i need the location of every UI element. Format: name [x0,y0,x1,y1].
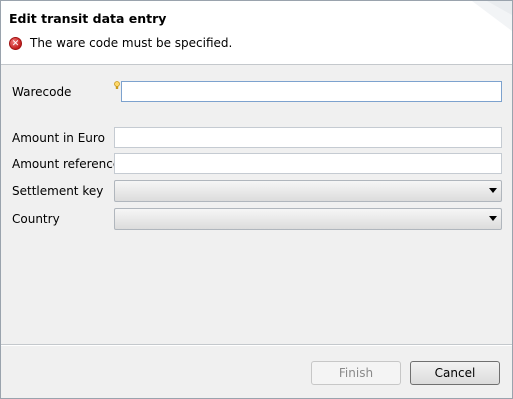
header-decoration [472,1,512,31]
dialog-message: ✕ The ware code must be specified. [9,36,232,50]
country-combo[interactable] [114,208,502,230]
warecode-label: Warecode [12,85,72,99]
footer-separator-highlight [1,345,512,346]
country-label: Country [12,212,60,226]
error-icon: ✕ [9,36,22,50]
lightbulb-icon [114,81,120,89]
amount-euro-label: Amount in Euro [12,131,105,145]
settlement-key-combo[interactable] [114,180,502,202]
dialog: Edit transit data entry ✕ The ware code … [0,0,513,399]
chevron-down-icon [489,216,497,221]
error-message-text: The ware code must be specified. [30,36,233,50]
warecode-input[interactable] [121,81,502,102]
finish-button[interactable]: Finish [311,361,401,385]
header-separator [1,64,512,65]
amount-reference-input[interactable] [114,153,502,174]
settlement-key-label: Settlement key [12,184,104,198]
cancel-button[interactable]: Cancel [410,361,500,385]
amount-euro-input[interactable] [114,127,502,148]
dialog-title: Edit transit data entry [9,11,167,26]
dialog-header: Edit transit data entry ✕ The ware code … [1,1,512,64]
amount-reference-label: Amount reference [12,157,121,171]
chevron-down-icon [489,188,497,193]
